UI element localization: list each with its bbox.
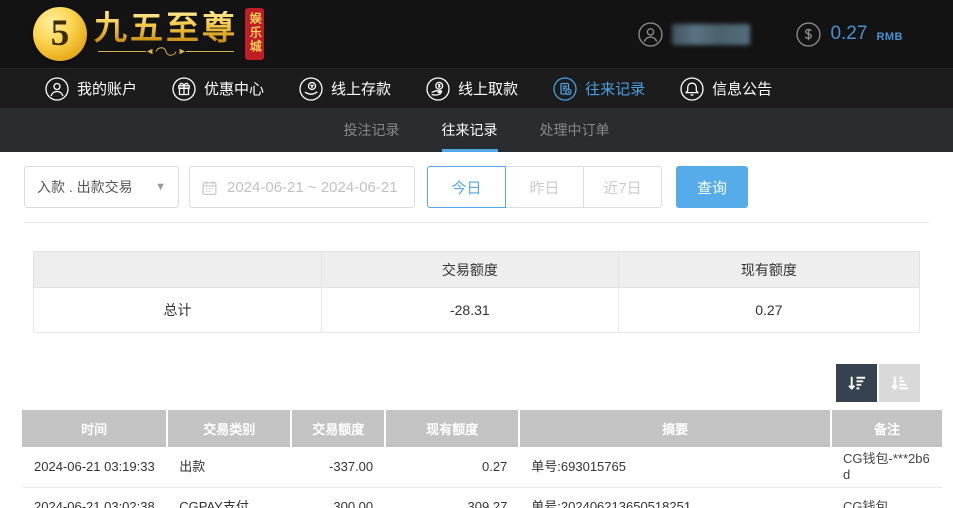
quick-range-group: 今日 昨日 近7日: [427, 166, 662, 208]
record-tabs: 投注记录 往来记录 处理中订单: [0, 108, 953, 152]
cell-time: 2024-06-21 03:19:33: [22, 447, 168, 488]
filter-divider: [24, 222, 929, 223]
records-header-remark: 备注: [831, 410, 942, 447]
user-icon: [45, 76, 69, 101]
cell-amount: 300.00: [291, 487, 386, 508]
tab-label: 处理中订单: [539, 122, 610, 138]
brand-badge: 娱乐城: [245, 8, 265, 60]
summary-header-cell: 交易额度: [320, 251, 619, 288]
nav-item-my-account[interactable]: 我的账户: [45, 76, 138, 101]
user-avatar-icon: [638, 21, 664, 47]
caret-down-icon: ▼: [155, 181, 166, 193]
nav-item-label: 线上取款: [458, 81, 519, 98]
nav-item-label: 往来记录: [585, 81, 646, 98]
main-nav: 我的账户 优惠中心 线上存款 线上取款 往来记录 信息公告: [0, 68, 953, 108]
selected-type: 入款 . 出款交易: [37, 179, 133, 195]
nav-item-records[interactable]: 往来记录: [553, 76, 646, 101]
records-header-amount: 交易额度: [291, 410, 387, 447]
summary-total-amount: -28.31: [320, 287, 619, 333]
date-range-value: 2024-06-21 ~ 2024-06-21: [227, 178, 398, 196]
logo-mark-glyph: 5: [50, 12, 70, 54]
summary-header-cell: 现有额度: [617, 251, 921, 288]
cell-time: 2024-06-21 03:02:38: [22, 487, 168, 508]
cell-type: CGPAY支付: [167, 487, 292, 508]
cell-amount: -337.00: [291, 447, 386, 488]
brand-name: 九五至尊: [94, 8, 238, 46]
records-header-row: 时间 交易类别 交易额度 现有额度 摘要 备注: [22, 410, 942, 447]
nav-item-promotions[interactable]: 优惠中心: [172, 76, 265, 101]
deposit-icon: [299, 76, 323, 101]
records-header-summary: 摘要: [519, 410, 832, 447]
summary-total-label: 总计: [33, 287, 322, 333]
page: 5 九五至尊 娱乐城 0.27 RMB 我的账户 优惠中心 线上存款 线上取款 …: [0, 0, 953, 508]
gift-icon: [172, 76, 196, 101]
summary-total-row: 总计 -28.31 0.27: [33, 287, 921, 333]
balance[interactable]: 0.27 RMB: [796, 21, 903, 47]
cell-remark: CG钱包-***2b6d: [831, 447, 942, 488]
summary-header-row: 交易额度 现有额度: [33, 251, 921, 288]
tab-betting-records[interactable]: 投注记录: [344, 108, 400, 152]
today-button[interactable]: 今日: [427, 166, 506, 208]
sort-asc-icon: [891, 376, 909, 390]
cell-remark: CG钱包: [831, 487, 942, 508]
last7days-button[interactable]: 近7日: [583, 166, 662, 208]
tab-pending-orders[interactable]: 处理中订单: [540, 108, 610, 152]
content-area: 入款 . 出款交易 ▼ 2024-06-21 ~ 2024-06-21 今日 昨…: [0, 166, 953, 508]
balance-currency: RMB: [876, 30, 903, 43]
cell-balance: 309.27: [385, 487, 520, 508]
summary-header-cell: [33, 251, 322, 288]
nav-item-label: 我的账户: [77, 81, 138, 98]
calendar-icon: [201, 179, 218, 196]
sort-controls: [24, 364, 920, 402]
topbar-right: 0.27 RMB: [638, 21, 903, 47]
username-redacted: [672, 23, 751, 45]
nav-item-announcements[interactable]: 信息公告: [680, 76, 773, 101]
records-icon: [553, 76, 577, 101]
cell-type: 出款: [167, 447, 292, 488]
records-header-time: 时间: [22, 410, 169, 447]
nav-item-withdraw[interactable]: 线上取款: [426, 76, 519, 101]
nav-item-deposit[interactable]: 线上存款: [299, 76, 392, 101]
tab-transaction-records[interactable]: 往来记录: [441, 108, 498, 152]
balance-amount: 0.27: [830, 23, 868, 44]
nav-item-label: 优惠中心: [204, 81, 265, 98]
logo-mark-icon: 5: [33, 7, 87, 61]
transaction-type-select[interactable]: 入款 . 出款交易 ▼: [24, 166, 179, 208]
nav-item-label: 线上存款: [331, 81, 392, 98]
cell-summary: 单号:693015765: [519, 447, 831, 488]
withdraw-icon: [426, 76, 450, 101]
summary-table: 交易额度 现有额度 总计 -28.31 0.27: [33, 251, 921, 333]
records-header-type: 交易类别: [167, 410, 293, 447]
tab-label: 投注记录: [343, 122, 400, 138]
tab-label: 往来记录: [441, 122, 498, 138]
date-range-input[interactable]: 2024-06-21 ~ 2024-06-21: [189, 166, 415, 208]
dollar-icon: [796, 21, 822, 47]
site-logo[interactable]: 5 九五至尊 娱乐城: [33, 7, 265, 61]
query-button[interactable]: 查询: [676, 166, 748, 208]
nav-item-label: 信息公告: [712, 81, 773, 98]
table-row: 2024-06-21 03:19:33 出款 -337.00 0.27 单号:6…: [22, 447, 942, 488]
records-table: 时间 交易类别 交易额度 现有额度 摘要 备注 2024-06-21 03:19…: [22, 410, 942, 508]
top-header: 5 九五至尊 娱乐城 0.27 RMB: [0, 0, 953, 68]
cell-balance: 0.27: [385, 447, 520, 488]
filter-bar: 入款 . 出款交易 ▼ 2024-06-21 ~ 2024-06-21 今日 昨…: [24, 166, 929, 208]
logo-flourish-icon: [98, 47, 234, 57]
table-row: 2024-06-21 03:02:38 CGPAY支付 300.00 309.2…: [22, 487, 942, 508]
cell-summary: 单号:202406213650518251: [519, 487, 831, 508]
user-account[interactable]: [638, 21, 751, 47]
sort-desc-icon: [848, 376, 866, 390]
yesterday-button[interactable]: 昨日: [505, 166, 584, 208]
sort-ascending-button[interactable]: [879, 364, 920, 402]
brand-block: 九五至尊: [94, 8, 238, 58]
sort-descending-button[interactable]: [836, 364, 877, 402]
summary-total-balance: 0.27: [617, 287, 921, 333]
bell-icon: [680, 76, 704, 101]
records-header-balance: 现有额度: [385, 410, 521, 447]
